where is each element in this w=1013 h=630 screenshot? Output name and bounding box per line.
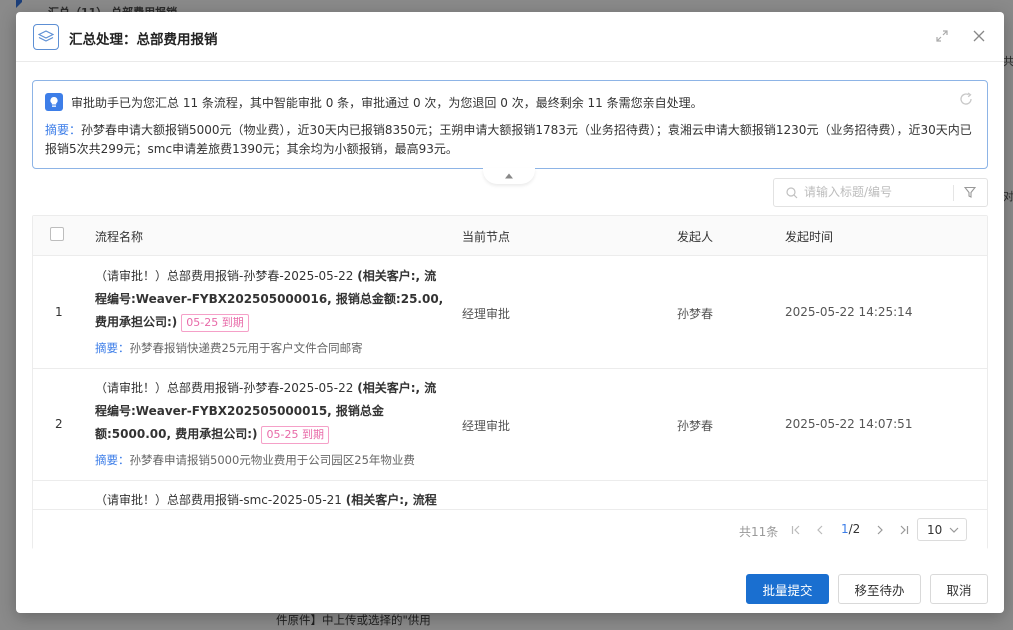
current-node: 经理审批 <box>462 307 511 321</box>
digest-label: 摘要： <box>95 341 130 355</box>
row-index: 2 <box>55 417 63 431</box>
column-header-time: 发起时间 <box>785 230 834 244</box>
pagination: 共11条 1/2 10 <box>33 509 987 549</box>
current-node: 经理审批 <box>462 419 511 433</box>
due-badge: 05-25 到期 <box>181 314 249 332</box>
cancel-button[interactable]: 取消 <box>930 574 988 604</box>
current-page: 1 <box>841 522 849 536</box>
expand-icon[interactable] <box>934 28 950 44</box>
table-row[interactable]: 2 （请审批！）总部费用报销-孙梦春-2025-05-22 (相关客户:, 流程… <box>33 369 987 481</box>
prev-page-icon[interactable] <box>813 523 827 537</box>
created-time: 2025-05-22 14:07:51 <box>785 417 913 431</box>
workflow-title: （请审批！）总部费用报销-孙梦春-2025-05-22 <box>95 269 358 283</box>
table-row[interactable]: （请审批！）总部费用报销-smc-2025-05-21 (相关客户:, 流程编 <box>33 481 987 509</box>
column-header-creator: 发起人 <box>677 230 714 244</box>
row-index: 1 <box>55 305 63 319</box>
digest-content: 孙梦春申请大额报销5000元（物业费），近30天内已报销8350元；王朔申请大额… <box>45 123 972 156</box>
assistant-summary-box: 审批助手已为您汇总 11 条流程，其中智能审批 0 条，审批通过 0 次，为您退… <box>32 80 988 169</box>
search-box <box>773 178 988 207</box>
digest-content: 孙梦春申请报销5000元物业费用于公司园区25年物业费 <box>129 453 415 467</box>
created-time: 2025-05-22 14:25:14 <box>785 305 913 319</box>
search-input[interactable] <box>804 185 944 199</box>
table-row[interactable]: 1 （请审批！）总部费用报销-孙梦春-2025-05-22 (相关客户:, 流程… <box>33 257 987 369</box>
background-text: 对 <box>1003 190 1013 203</box>
batch-submit-button[interactable]: 批量提交 <box>746 574 829 604</box>
next-page-icon[interactable] <box>873 523 887 537</box>
lightbulb-icon <box>45 93 63 111</box>
modal-header: 汇总处理：总部费用报销 <box>16 12 1004 62</box>
select-all-checkbox[interactable] <box>50 227 64 241</box>
background-text: 共 <box>1003 55 1013 68</box>
move-to-pending-button[interactable]: 移至待办 <box>838 574 921 604</box>
page-size-value: 10 <box>927 523 943 537</box>
workflow-title-link[interactable]: （请审批！）总部费用报销-孙梦春-2025-05-22 (相关客户:, 流程编号… <box>95 377 445 446</box>
due-badge: 05-25 到期 <box>261 426 329 444</box>
page-count: /2 <box>848 522 861 536</box>
filter-icon[interactable] <box>964 186 976 198</box>
total-count: 共11条 <box>739 525 779 539</box>
background-text: 件原件】中上传或选择的"供用 <box>276 613 431 627</box>
search-icon <box>786 187 798 199</box>
creator: 孙梦春 <box>677 307 714 321</box>
row-digest: 摘要：孙梦春报销快递费25元用于客户文件合同邮寄 <box>95 340 363 356</box>
table-body: 1 （请审批！）总部费用报销-孙梦春-2025-05-22 (相关客户:, 流程… <box>33 257 987 509</box>
background-accent <box>16 0 24 8</box>
row-digest: 摘要：孙梦春申请报销5000元物业费用于公司园区25年物业费 <box>95 452 415 468</box>
divider <box>953 185 954 201</box>
digest-label: 摘要： <box>45 123 82 137</box>
last-page-icon[interactable] <box>897 523 911 537</box>
layers-icon <box>33 24 59 50</box>
workflow-title-link[interactable]: （请审批！）总部费用报销-孙梦春-2025-05-22 (相关客户:, 流程编号… <box>95 265 445 334</box>
column-header-name: 流程名称 <box>95 230 144 244</box>
chevron-down-icon <box>949 527 959 533</box>
digest-content: 孙梦春报销快递费25元用于客户文件合同邮寄 <box>129 341 363 355</box>
summary-modal: 汇总处理：总部费用报销 审批助手已为您汇总 11 条流程，其中智能审批 0 条，… <box>16 12 1004 613</box>
assistant-digest: 摘要：孙梦春申请大额报销5000元（物业费），近30天内已报销8350元；王朔申… <box>45 121 975 159</box>
page-size-select[interactable]: 10 <box>917 518 967 541</box>
first-page-icon[interactable] <box>789 523 803 537</box>
collapse-toggle[interactable] <box>483 168 535 184</box>
column-header-node: 当前节点 <box>462 230 511 244</box>
close-icon[interactable] <box>971 28 987 44</box>
digest-label: 摘要： <box>95 453 130 467</box>
caret-up-icon <box>505 173 513 179</box>
workflow-title: （请审批！）总部费用报销-孙梦春-2025-05-22 <box>95 381 358 395</box>
refresh-icon[interactable] <box>959 92 975 108</box>
workflow-title-link[interactable]: （请审批！）总部费用报销-smc-2025-05-21 (相关客户:, 流程编 <box>95 489 445 509</box>
page-indicator: 1/2 <box>841 522 860 536</box>
table-header: 流程名称 当前节点 发起人 发起时间 <box>33 216 987 256</box>
workflow-title: （请审批！）总部费用报销-smc-2025-05-21 <box>95 493 346 507</box>
assistant-summary-text: 审批助手已为您汇总 11 条流程，其中智能审批 0 条，审批通过 0 次，为您退… <box>71 96 703 110</box>
creator: 孙梦春 <box>677 419 714 433</box>
modal-title: 汇总处理：总部费用报销 <box>69 32 218 48</box>
workflow-table: 流程名称 当前节点 发起人 发起时间 1 （请审批！）总部费用报销-孙梦春-20… <box>32 215 988 549</box>
